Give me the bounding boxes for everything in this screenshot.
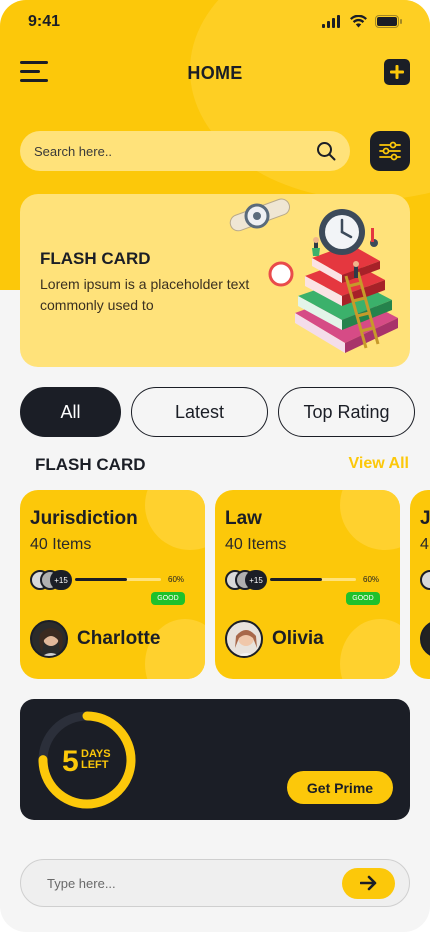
flashcard-card[interactable]: J 4: [410, 490, 430, 679]
extra-count: +15: [245, 570, 267, 590]
person-icon: [227, 622, 261, 656]
arrow-right-icon: [359, 875, 376, 891]
tab-latest[interactable]: Latest: [131, 387, 268, 437]
top-app-bar: HOME: [0, 55, 430, 91]
days-left-number: 5: [62, 745, 79, 778]
avatar: [420, 570, 430, 590]
tab-top-rating[interactable]: Top Rating: [278, 387, 415, 437]
card-item-count: 40 Items: [225, 536, 287, 553]
battery-icon: [375, 15, 402, 28]
filter-button[interactable]: [370, 131, 410, 171]
status-icons: [322, 15, 402, 28]
prime-promo-card: 5 DAYS LEFT Get Prime: [20, 699, 410, 820]
search-input[interactable]: [34, 143, 316, 159]
page-title: HOME: [187, 63, 243, 83]
owner-avatar: [420, 620, 430, 658]
add-button[interactable]: [384, 59, 410, 85]
promo-banner[interactable]: FLASH CARD Lorem ipsum is a placeholder …: [20, 194, 410, 367]
progress-bar: [270, 578, 356, 581]
progress-percent: 60%: [363, 575, 380, 584]
extra-count: +15: [50, 570, 72, 590]
owner-name: Charlotte: [77, 628, 161, 649]
message-input[interactable]: [47, 875, 342, 891]
owner-avatar: [30, 620, 68, 658]
person-icon: [32, 622, 66, 656]
tab-all[interactable]: All: [20, 387, 121, 437]
card-title: Jurisdiction: [30, 508, 138, 529]
status-bar: 9:41: [0, 0, 430, 46]
banner-title: FLASH CARD: [40, 249, 151, 268]
home-screen: 9:41 HOME FLASH CARD Lorem ipsum is a pl…: [0, 0, 430, 932]
owner-avatar: [225, 620, 263, 658]
section-title: FLASH CARD: [35, 455, 146, 474]
participant-avatars: [420, 570, 430, 590]
filter-tabs: All Latest Top Rating: [20, 387, 420, 437]
section-header: FLASH CARD View All: [35, 453, 409, 477]
get-prime-button[interactable]: Get Prime: [287, 771, 393, 804]
flashcard-card[interactable]: Jurisdiction 40 Items +15 60% GOOD Charl…: [20, 490, 205, 679]
status-badge: GOOD: [151, 592, 185, 605]
search-bar: [20, 131, 350, 171]
search-icon[interactable]: [316, 141, 336, 161]
card-item-count: 40 Items: [30, 536, 92, 553]
progress-fill: [270, 578, 322, 581]
flashcard-carousel: Jurisdiction 40 Items +15 60% GOOD Charl…: [20, 490, 430, 679]
progress-bar: [75, 578, 161, 581]
status-time: 9:41: [28, 13, 61, 30]
send-button[interactable]: [342, 867, 395, 899]
flashcard-card[interactable]: Law 40 Items +15 60% GOOD Olivia: [215, 490, 400, 679]
view-all-link[interactable]: View All: [349, 455, 409, 473]
signal-icon: [322, 15, 340, 28]
books-illustration: [229, 198, 398, 353]
message-composer: [20, 859, 410, 907]
days-left-label: DAYS LEFT: [81, 748, 111, 771]
card-title: Law: [225, 508, 262, 529]
card-item-count: 4: [420, 536, 429, 553]
plus-icon: [390, 65, 404, 79]
progress-percent: 60%: [168, 575, 185, 584]
sliders-icon: [379, 141, 401, 161]
participant-avatars: +15: [225, 570, 269, 590]
progress-fill: [75, 578, 127, 581]
card-title: J: [420, 508, 430, 529]
participant-avatars: +15: [30, 570, 74, 590]
wifi-icon: [350, 15, 367, 28]
owner-name: Olivia: [272, 628, 324, 649]
status-badge: GOOD: [346, 592, 380, 605]
